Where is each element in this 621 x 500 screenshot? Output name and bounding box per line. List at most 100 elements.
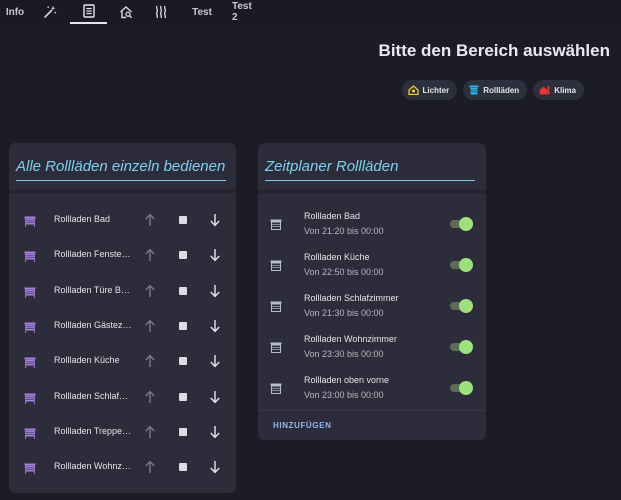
card-divider xyxy=(9,190,236,193)
arrow-down-icon[interactable] xyxy=(209,460,221,479)
blinds-control-card: Alle Rollläden einzeln bedienen Rolllade… xyxy=(9,143,236,493)
arrow-down-icon[interactable] xyxy=(209,425,221,444)
blinds-icon[interactable] xyxy=(24,426,36,444)
schedule-time: Von 22:50 bis 00:00 xyxy=(304,267,384,277)
blinds-icon[interactable] xyxy=(24,320,36,338)
stop-icon[interactable] xyxy=(179,357,187,366)
schedule-row[interactable]: Rollladen Wohnzimmer Von 23:30 bis 00:00 xyxy=(258,326,486,366)
blind-name[interactable]: Rollladen Fenster Arbeitszimmer xyxy=(54,249,132,259)
blinds-icon[interactable] xyxy=(24,285,36,303)
blinds-icon[interactable] xyxy=(24,391,36,409)
home-search-icon xyxy=(119,5,133,19)
blind-row: Rollladen Küche xyxy=(9,344,236,379)
chip-rolllaeden[interactable]: Rollläden xyxy=(463,80,528,100)
blind-name[interactable]: Rollladen Küche xyxy=(54,355,132,365)
arrow-up-icon[interactable] xyxy=(144,284,156,303)
tab-label: Info xyxy=(5,6,25,18)
stop-icon[interactable] xyxy=(179,392,187,401)
stop-icon[interactable] xyxy=(179,251,187,260)
schedule-time: Von 21:30 bis 00:00 xyxy=(304,308,384,318)
arrow-up-icon[interactable] xyxy=(144,213,156,232)
stop-icon[interactable] xyxy=(179,321,187,330)
schedule-toggle[interactable] xyxy=(450,299,473,313)
calendar-list-icon xyxy=(270,340,282,358)
schedule-toggle[interactable] xyxy=(450,381,473,395)
toggle-knob xyxy=(459,217,473,231)
magic-wand-icon xyxy=(43,5,57,19)
chip-klima[interactable]: Klima xyxy=(533,80,584,100)
blind-row: Rollladen Schlafzimmer xyxy=(9,380,236,415)
footer-divider xyxy=(258,410,486,411)
schedule-name: Rollladen Küche xyxy=(304,252,370,262)
arrow-down-icon[interactable] xyxy=(209,213,221,232)
calendar-list-icon xyxy=(270,258,282,276)
arrow-down-icon[interactable] xyxy=(209,390,221,409)
blind-row: Rollladen Gästezimmer xyxy=(9,309,236,344)
arrow-up-icon[interactable] xyxy=(144,460,156,479)
schedule-toggle[interactable] xyxy=(450,258,473,272)
toggle-knob xyxy=(459,299,473,313)
blind-name[interactable]: Rollladen Treppenhaus xyxy=(54,426,132,436)
schedule-time: Von 23:00 bis 00:00 xyxy=(304,390,384,400)
schedule-name: Rollladen Wohnzimmer xyxy=(304,334,397,344)
blind-name[interactable]: Rollladen Türe Büro xyxy=(54,285,132,295)
blind-name[interactable]: Rollladen Schlafzimmer xyxy=(54,391,132,401)
tab-magic[interactable] xyxy=(38,0,62,24)
tab-document[interactable] xyxy=(70,0,107,24)
card-title: Alle Rollläden einzeln bedienen xyxy=(16,158,226,175)
arrow-up-icon[interactable] xyxy=(144,319,156,338)
arrow-up-icon[interactable] xyxy=(144,354,156,373)
arrow-down-icon[interactable] xyxy=(209,319,221,338)
blind-row: Rollladen Fenster Arbeitszimmer xyxy=(9,238,236,273)
blinds-icon[interactable] xyxy=(24,249,36,267)
blinds-icon[interactable] xyxy=(24,461,36,479)
stop-icon[interactable] xyxy=(179,427,187,436)
blind-name[interactable]: Rollladen Gästezimmer xyxy=(54,320,132,330)
stop-icon[interactable] xyxy=(179,463,187,472)
add-schedule-button[interactable]: HINZUFÜGEN xyxy=(273,421,331,430)
blind-name[interactable]: Rollladen Wohnzimmer xyxy=(54,461,132,471)
schedule-row[interactable]: Rollladen Küche Von 22:50 bis 00:00 xyxy=(258,244,486,284)
title-underline xyxy=(265,180,475,181)
arrow-down-icon[interactable] xyxy=(209,284,221,303)
card-divider xyxy=(258,190,486,193)
schedule-time: Von 23:30 bis 00:00 xyxy=(304,349,384,359)
arrow-down-icon[interactable] xyxy=(209,354,221,373)
blind-name[interactable]: Rollladen Bad xyxy=(54,214,132,224)
blind-row: Rollladen Bad xyxy=(9,203,236,238)
toggle-knob xyxy=(459,258,473,272)
chip-lichter[interactable]: Lichter xyxy=(401,80,458,100)
stop-icon[interactable] xyxy=(179,286,187,295)
schedule-row[interactable]: Rollladen Schlafzimmer Von 21:30 bis 00:0… xyxy=(258,285,486,325)
blinds-icon xyxy=(469,85,479,95)
schedule-toggle[interactable] xyxy=(450,217,473,231)
thermometer-home-icon xyxy=(539,85,550,95)
toggle-knob xyxy=(459,340,473,354)
arrow-up-icon[interactable] xyxy=(144,248,156,267)
schedule-card: Zeitplaner Rollläden Rollladen Bad Von 21… xyxy=(258,143,486,440)
blinds-icon[interactable] xyxy=(24,355,36,373)
title-underline xyxy=(16,180,226,181)
tab-info[interactable]: Info xyxy=(0,0,30,24)
blinds-icon[interactable] xyxy=(24,214,36,232)
blind-row: Rollladen Treppenhaus xyxy=(9,415,236,450)
document-icon xyxy=(82,4,95,18)
chip-label: Klima xyxy=(554,85,576,95)
calendar-list-icon xyxy=(270,381,282,399)
area-chips: Lichter Rollläden Klima xyxy=(401,80,584,100)
tab-home-search[interactable] xyxy=(113,0,139,24)
blind-row: Rollladen Wohnzimmer xyxy=(9,450,236,485)
arrow-up-icon[interactable] xyxy=(144,390,156,409)
chip-label: Rollläden xyxy=(483,85,520,95)
schedule-toggle[interactable] xyxy=(450,340,473,354)
tab-test-2[interactable]: Test 2 xyxy=(226,0,264,24)
arrow-down-icon[interactable] xyxy=(209,248,221,267)
tab-test[interactable]: Test xyxy=(187,0,217,24)
tab-heating[interactable] xyxy=(148,0,174,24)
arrow-up-icon[interactable] xyxy=(144,425,156,444)
schedule-name: Rollladen Schlafzimmer xyxy=(304,293,399,303)
schedule-row[interactable]: Rollladen Bad Von 21:20 bis 00:00 xyxy=(258,203,486,243)
schedule-row[interactable]: Rollladen oben vorne Von 23:00 bis 00:00 xyxy=(258,367,486,407)
stop-icon[interactable] xyxy=(179,216,187,224)
schedule-time: Von 21:20 bis 00:00 xyxy=(304,226,384,236)
